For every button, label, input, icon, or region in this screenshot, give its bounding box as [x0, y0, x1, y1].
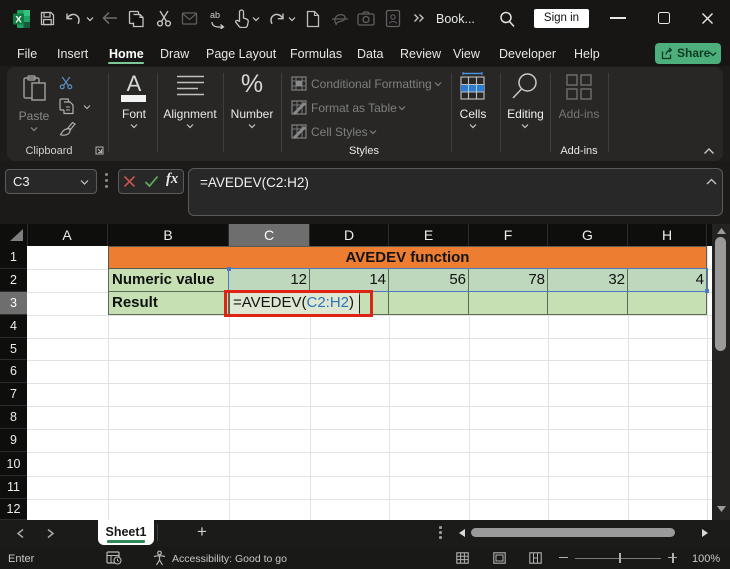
svg-text:X: X: [15, 15, 22, 26]
svg-text:ab: ab: [210, 10, 220, 20]
